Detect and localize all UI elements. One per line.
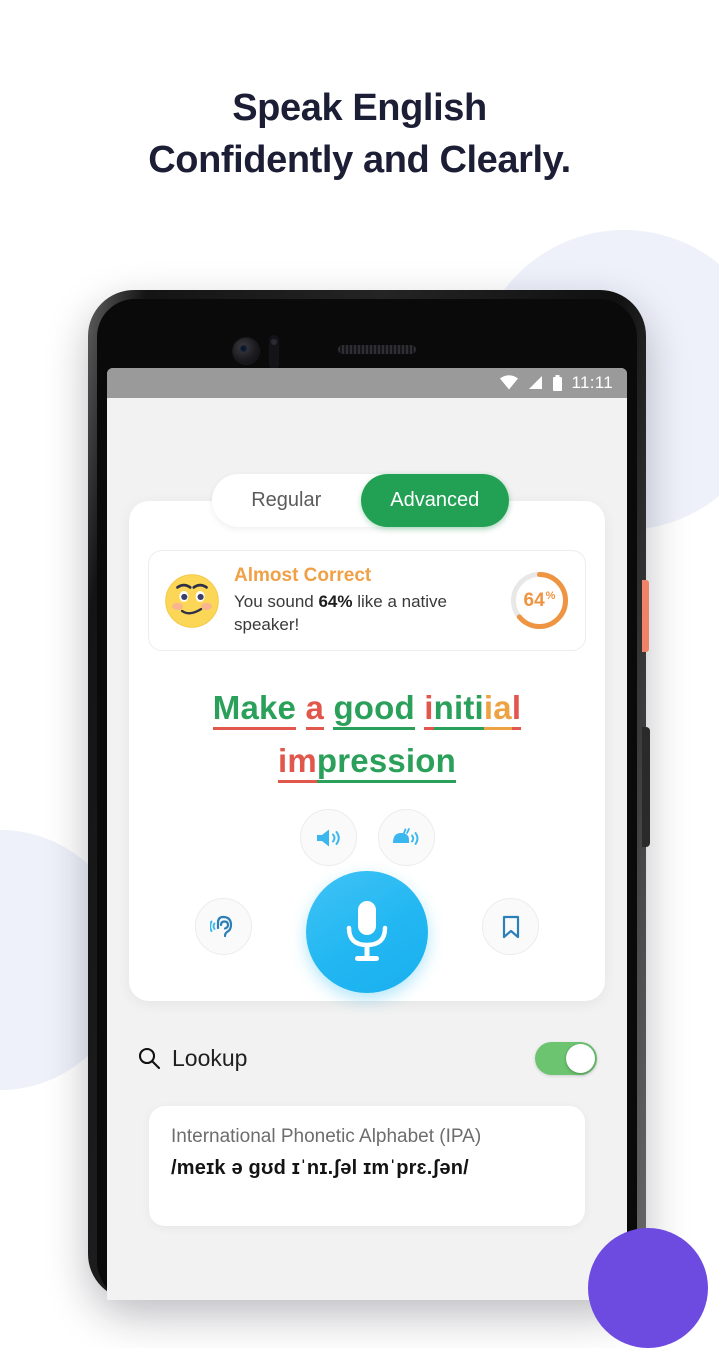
volume-rocker-button[interactable] (642, 727, 650, 847)
ipa-card[interactable]: International Phonetic Alphabet (IPA) /m… (149, 1106, 585, 1226)
background-circle-purple (588, 1228, 708, 1348)
status-bar: 11:11 (107, 368, 627, 398)
phone-screen: 11:11 Regular Advanced Almost Correct Yo… (107, 368, 627, 1300)
front-camera-icon (233, 338, 259, 364)
snail-speaker-icon (393, 827, 419, 845)
phrase-token: pression (316, 742, 457, 784)
practice-card: Almost Correct You sound 64% like a nati… (129, 501, 605, 1001)
phrase-token: i (424, 689, 434, 730)
feedback-subtitle: You sound 64% like a native speaker! (234, 590, 502, 636)
lookup-row[interactable]: Lookup (137, 1034, 597, 1082)
phrase-space (415, 689, 424, 727)
phrase-space (296, 689, 305, 727)
status-bar-clock: 11:11 (571, 373, 613, 392)
ear-listen-icon (210, 915, 233, 937)
record-button[interactable] (306, 871, 428, 993)
listen-button[interactable] (195, 898, 252, 955)
bookmark-button[interactable] (482, 898, 539, 955)
phrase-token: a (305, 689, 325, 730)
earpiece-speaker-icon (338, 345, 416, 354)
record-controls (129, 871, 605, 993)
bookmark-icon (502, 915, 519, 938)
target-phrase[interactable]: Make a good initiial impression (139, 681, 595, 788)
search-icon (138, 1047, 161, 1070)
power-button[interactable] (642, 580, 649, 652)
ipa-transcription: /meɪk ə gʊd ɪˈnɪ.ʃəl ɪmˈprɛ.ʃən/ (171, 1157, 469, 1179)
score-value: 64 (523, 589, 545, 611)
microphone-icon (346, 901, 388, 961)
phrase-token: ia (483, 689, 512, 730)
phrase-token: Make (212, 689, 297, 730)
phrase-token: l (511, 689, 522, 730)
phrase-line-1: Make a good initiial (139, 681, 595, 734)
headline-line-2: Confidently and Clearly. (148, 139, 571, 182)
phrase-token: im (277, 742, 317, 784)
lookup-toggle-knob (566, 1043, 595, 1073)
feedback-score-inline: 64% (318, 591, 353, 611)
phone-mockup: 11:11 Regular Advanced Almost Correct Yo… (88, 290, 650, 1300)
phrase-line-2: impression (139, 734, 595, 787)
proximity-sensor-icon (269, 335, 279, 369)
ipa-title: International Phonetic Alphabet (IPA) (171, 1126, 482, 1147)
lookup-toggle-switch[interactable] (535, 1041, 597, 1075)
play-normal-speed-button[interactable] (299, 809, 357, 866)
score-ring-label: 64% (508, 569, 571, 632)
tab-advanced[interactable]: Advanced (360, 474, 509, 527)
tab-regular[interactable]: Regular (212, 474, 361, 527)
feedback-panel: Almost Correct You sound 64% like a nati… (148, 550, 586, 651)
app-content: Regular Advanced Almost Correct You soun… (107, 398, 627, 1300)
cellular-signal-icon (529, 376, 543, 389)
feedback-text: Almost Correct You sound 64% like a nati… (234, 565, 502, 636)
wifi-icon (500, 375, 519, 390)
feedback-title: Almost Correct (234, 564, 372, 586)
phrase-token: good (333, 689, 415, 730)
playback-controls (129, 809, 605, 866)
phrase-token: niti (433, 689, 484, 730)
page-title: Speak English Confidently and Clearly. (0, 82, 719, 187)
score-ring: 64% (508, 569, 571, 632)
score-unit: % (545, 589, 556, 602)
headline-line-1: Speak English (232, 87, 487, 129)
lookup-label: Lookup (172, 1044, 248, 1071)
feedback-prefix: You sound (234, 591, 319, 611)
mode-toggle[interactable]: Regular Advanced (212, 474, 509, 527)
smirking-face-emoji (165, 573, 219, 628)
speaker-icon (317, 829, 340, 846)
play-slow-speed-button[interactable] (377, 809, 435, 866)
battery-icon (553, 374, 563, 391)
